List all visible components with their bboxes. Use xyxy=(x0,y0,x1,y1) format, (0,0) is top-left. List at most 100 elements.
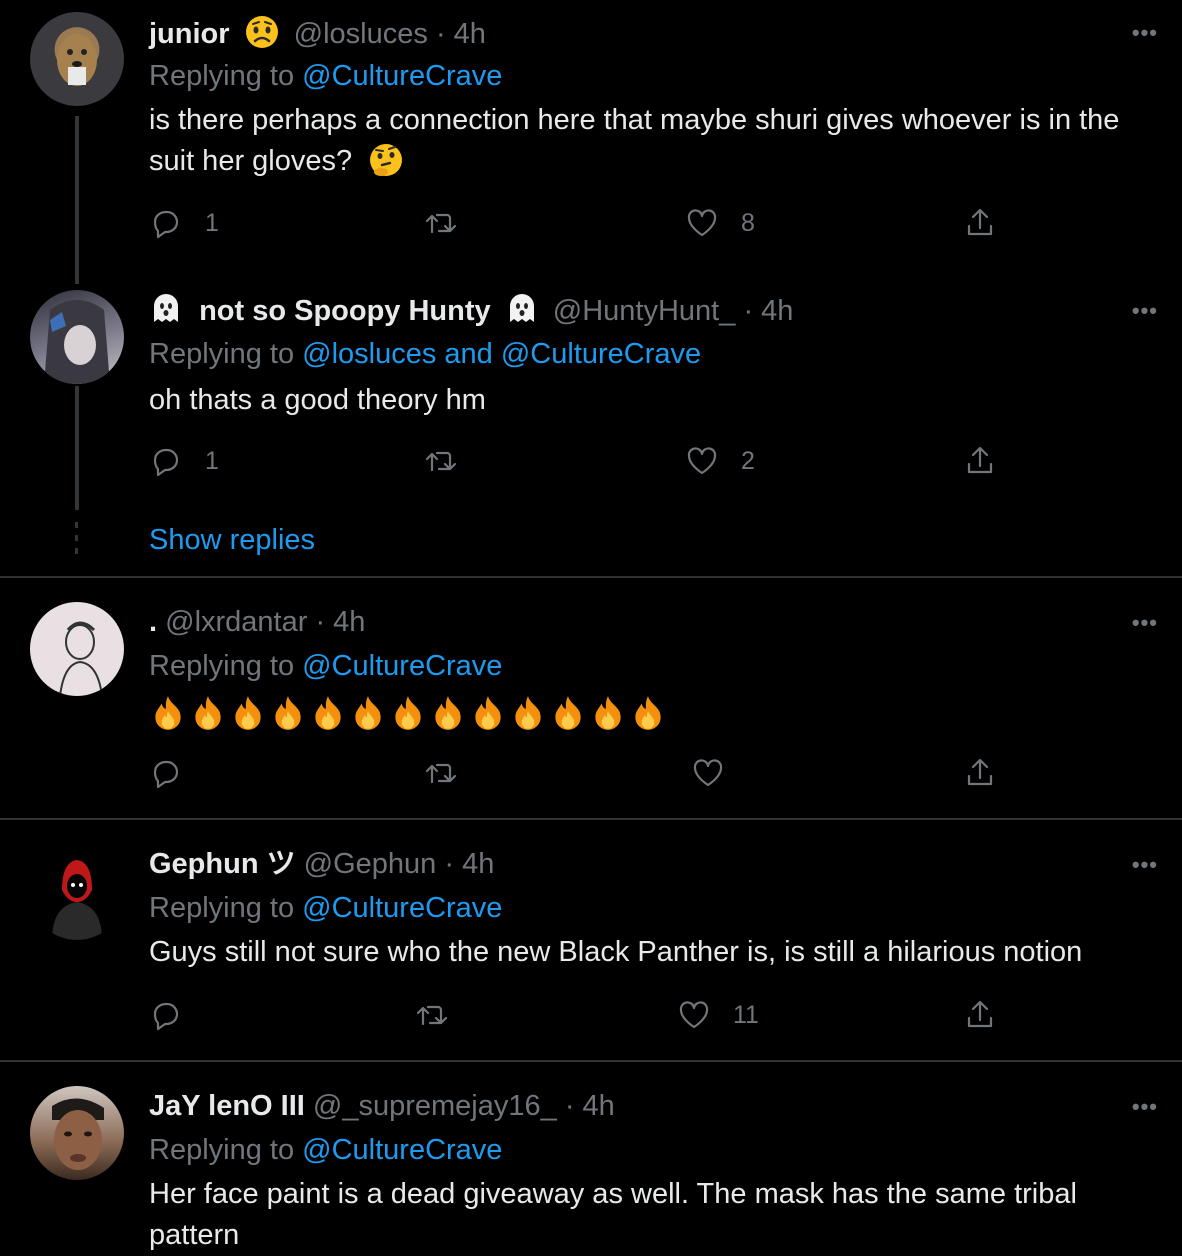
more-icon[interactable]: ••• xyxy=(1132,610,1158,636)
share-button[interactable] xyxy=(963,206,997,240)
tweet-text: Guys still not sure who the new Black Pa… xyxy=(149,936,1083,968)
replying-to: Replying to @CultureCrave xyxy=(149,892,503,924)
like-icon xyxy=(693,759,723,787)
more-icon[interactable]: ••• xyxy=(1132,20,1158,46)
fire-emoji-icon xyxy=(235,696,261,731)
tweet-text: Her face paint is a dead giveaway as wel… xyxy=(149,1178,1077,1251)
reply-button[interactable]: 1 xyxy=(149,206,219,240)
like-button[interactable]: 8 xyxy=(685,206,755,240)
fire-emoji-row xyxy=(149,692,1159,733)
reply-button[interactable] xyxy=(149,756,183,790)
reply-icon xyxy=(153,448,179,477)
replying-to-link[interactable]: @CultureCrave xyxy=(302,1134,502,1166)
retweet-button[interactable] xyxy=(424,756,458,790)
fire-emoji-icon xyxy=(555,696,581,731)
tweet-actions: 1 8 xyxy=(149,206,1009,246)
like-button[interactable] xyxy=(691,756,725,790)
retweet-icon xyxy=(425,451,457,472)
timestamp[interactable]: · 4h xyxy=(436,18,486,50)
anime-avatar-icon xyxy=(44,300,110,384)
avatar-jayleno[interactable] xyxy=(30,1086,124,1180)
timestamp[interactable]: · 4h xyxy=(444,848,494,880)
share-button[interactable] xyxy=(963,444,997,478)
fire-emoji-icon xyxy=(275,696,301,731)
ghost-emoji-icon xyxy=(509,294,534,322)
retweet-button[interactable] xyxy=(415,998,449,1032)
tweet-text: is there perhaps a connection here that … xyxy=(149,104,1120,177)
fire-emoji-icon xyxy=(475,696,501,731)
tweet-lxrdantar[interactable]: . @lxrdantar · 4h ••• Replying to @Cultu… xyxy=(0,578,1182,818)
fire-emoji-icon xyxy=(595,696,621,731)
hoodie-avatar-icon xyxy=(52,860,102,940)
tweet-text: oh thats a good theory hm xyxy=(149,384,486,416)
handle[interactable]: @lxrdantar xyxy=(165,606,307,638)
handle[interactable]: @_supremejay16_ xyxy=(313,1090,557,1122)
share-icon xyxy=(967,1000,993,1028)
tweet-hunty[interactable]: not so Spoopy Hunty @HuntyHunt_ · 4h •••… xyxy=(0,290,1182,577)
timestamp[interactable]: · 4h xyxy=(565,1090,615,1122)
sketch-avatar-icon xyxy=(59,621,103,696)
replying-to: Replying to @CultureCrave xyxy=(149,60,503,92)
replying-to-link[interactable]: @CultureCrave xyxy=(302,650,502,682)
like-icon xyxy=(687,209,717,237)
display-name[interactable]: JaY lenO III xyxy=(149,1090,305,1122)
tweet-junior[interactable]: junior @losluces · 4h ••• Replying to @C… xyxy=(0,0,1182,290)
display-name[interactable]: . xyxy=(149,606,157,638)
avatar-junior[interactable] xyxy=(30,12,124,106)
replying-to-link[interactable]: @CultureCrave xyxy=(302,892,502,924)
more-icon[interactable]: ••• xyxy=(1132,852,1158,878)
fire-emoji-icon xyxy=(435,696,461,731)
timestamp[interactable]: · 4h xyxy=(315,606,365,638)
tweet-actions: 11 xyxy=(149,998,1009,1038)
fire-emoji-icon xyxy=(515,696,541,731)
dog-avatar-icon xyxy=(57,34,97,86)
like-button[interactable]: 11 xyxy=(677,998,759,1032)
avatar-hunty[interactable] xyxy=(30,290,124,384)
fire-emoji-icon xyxy=(195,696,221,731)
replying-to: Replying to @CultureCrave xyxy=(149,650,503,682)
like-icon xyxy=(687,447,717,475)
handle[interactable]: @losluces xyxy=(294,18,428,50)
handle[interactable]: @Gephun xyxy=(304,848,437,880)
worried-face-icon xyxy=(245,16,278,48)
reply-button[interactable]: 1 xyxy=(149,444,219,478)
reply-icon xyxy=(153,760,179,789)
replying-to-link[interactable]: @losluces and @CultureCrave xyxy=(302,338,701,370)
replying-to: Replying to @losluces and @CultureCrave xyxy=(149,338,702,370)
like-icon xyxy=(679,1001,709,1029)
reply-icon xyxy=(153,210,179,239)
show-replies-link[interactable]: Show replies xyxy=(149,524,315,557)
fire-emoji-icon xyxy=(355,696,381,731)
face-avatar-icon xyxy=(52,1098,104,1170)
more-icon[interactable]: ••• xyxy=(1132,298,1158,324)
reply-icon xyxy=(153,1002,179,1031)
tweet-actions xyxy=(149,756,1009,796)
replying-to: Replying to @CultureCrave xyxy=(149,1134,503,1166)
avatar-lxrdantar[interactable] xyxy=(30,602,124,696)
like-button[interactable]: 2 xyxy=(685,444,755,478)
avatar-gephun[interactable] xyxy=(30,846,124,940)
retweet-button[interactable] xyxy=(424,206,480,240)
replying-to-link[interactable]: @CultureCrave xyxy=(302,60,502,92)
display-name[interactable]: junior xyxy=(149,18,230,50)
share-icon xyxy=(967,446,993,474)
ghost-emoji-icon xyxy=(154,294,178,322)
display-name[interactable]: not so Spoopy Hunty xyxy=(199,295,491,327)
tweet-jayleno[interactable]: JaY lenO III @_supremejay16_ · 4h ••• Re… xyxy=(0,1062,1182,1256)
thinking-face-icon xyxy=(370,144,403,176)
retweet-button[interactable] xyxy=(424,444,480,478)
share-button[interactable] xyxy=(963,756,997,790)
retweet-icon xyxy=(425,213,457,234)
fire-emoji-icon xyxy=(315,696,341,731)
display-name[interactable]: Gephun ツ xyxy=(149,848,296,880)
handle[interactable]: @HuntyHunt_ xyxy=(553,295,736,327)
retweet-icon xyxy=(416,1005,448,1026)
share-button[interactable] xyxy=(963,998,997,1032)
share-icon xyxy=(967,208,993,236)
reply-button[interactable] xyxy=(149,998,183,1032)
timestamp[interactable]: · 4h xyxy=(743,295,793,327)
tweet-actions: 1 2 xyxy=(149,444,1009,484)
fire-emoji-icon xyxy=(395,696,421,731)
more-icon[interactable]: ••• xyxy=(1132,1094,1158,1120)
tweet-gephun[interactable]: Gephun ツ @Gephun · 4h ••• Replying to @C… xyxy=(0,820,1182,1060)
